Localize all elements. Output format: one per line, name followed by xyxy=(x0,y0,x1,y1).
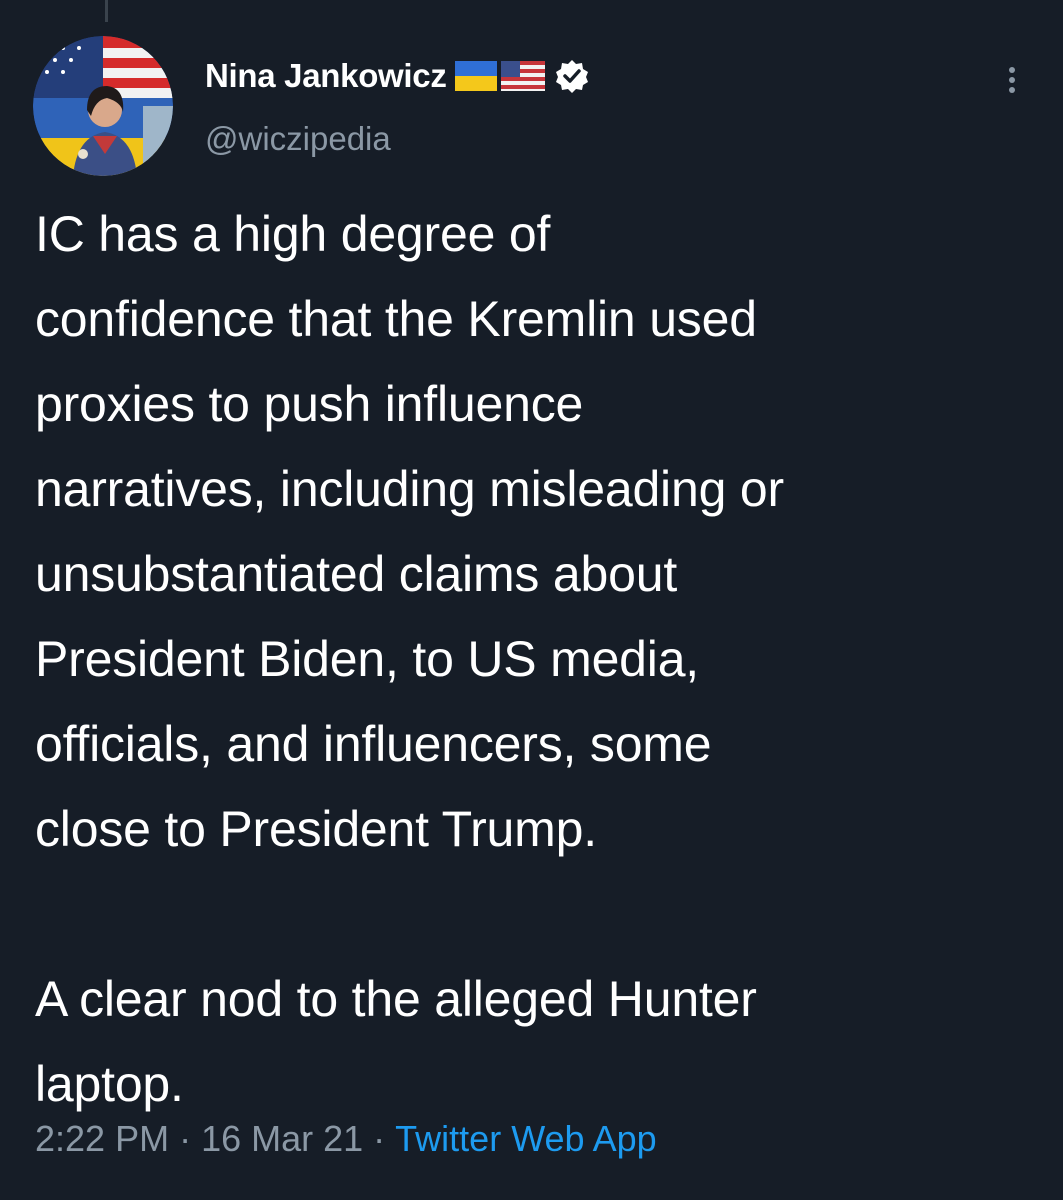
ukraine-flag-icon xyxy=(454,61,497,91)
verified-badge-icon xyxy=(554,58,590,94)
more-options-icon[interactable] xyxy=(1002,62,1022,102)
author-handle[interactable]: @wiczipedia xyxy=(205,120,391,158)
thread-connector-line xyxy=(105,0,108,22)
tweet-metadata: 2:22 PM · 16 Mar 21 · Twitter Web App xyxy=(35,1118,657,1160)
tweet-source-link[interactable]: Twitter Web App xyxy=(395,1118,656,1159)
author-display-name[interactable]: Nina Jankowicz xyxy=(205,57,447,95)
author-name-row: Nina Jankowicz xyxy=(205,52,590,100)
avatar[interactable] xyxy=(33,36,173,176)
tweet-paragraph-1: IC has a high degree of confidence that … xyxy=(35,206,784,857)
tweet-time[interactable]: 2:22 PM xyxy=(35,1118,169,1159)
us-flag-icon xyxy=(500,61,545,91)
tweet-date[interactable]: 16 Mar 21 xyxy=(201,1118,363,1159)
meta-separator: · xyxy=(373,1118,386,1159)
tweet-paragraph-2: A clear nod to the alleged Hunter laptop… xyxy=(35,971,757,1112)
tweet-text: IC has a high degree of confidence that … xyxy=(35,192,1040,1127)
meta-separator: · xyxy=(179,1118,192,1159)
